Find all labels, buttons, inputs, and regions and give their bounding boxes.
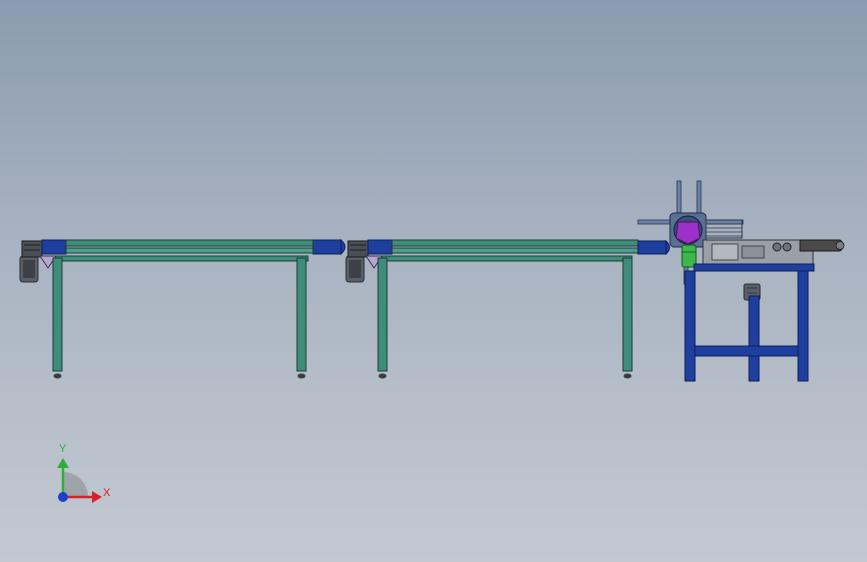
drive-motor[interactable] bbox=[19, 240, 43, 283]
tail-end-block bbox=[637, 240, 667, 255]
cad-model-scene[interactable] bbox=[0, 0, 867, 562]
lower-rail bbox=[53, 255, 309, 262]
x-axis-label: X bbox=[103, 487, 111, 499]
head-end-block bbox=[41, 239, 67, 255]
leveling-foot bbox=[53, 373, 62, 379]
head-end-block bbox=[367, 239, 393, 255]
cad-viewport[interactable]: Y X bbox=[0, 0, 867, 562]
coordinate-triad bbox=[57, 458, 102, 503]
support-leg bbox=[52, 257, 63, 372]
blue-steel-stand[interactable] bbox=[684, 263, 815, 382]
tail-pulley bbox=[665, 239, 670, 256]
rotary-arm bbox=[704, 219, 744, 225]
tail-end-block bbox=[312, 239, 342, 255]
leveling-foot bbox=[378, 373, 387, 379]
rotary-arm bbox=[637, 219, 671, 225]
gear-wheel bbox=[772, 242, 782, 252]
conveyor-rail bbox=[391, 247, 639, 254]
lower-rail bbox=[377, 255, 633, 262]
support-leg bbox=[296, 257, 307, 372]
stand-crossbar bbox=[694, 345, 799, 357]
plane-indicator bbox=[63, 472, 88, 497]
conveyor-rail bbox=[65, 247, 314, 254]
leveling-foot bbox=[297, 373, 306, 379]
drive-motor[interactable] bbox=[345, 240, 369, 283]
leveling-foot bbox=[623, 373, 632, 379]
stand-leg bbox=[748, 295, 760, 382]
stand-leg bbox=[797, 270, 809, 382]
origin-dot-icon bbox=[58, 492, 68, 502]
conveyor-rail bbox=[391, 239, 639, 247]
y-axis-label: Y bbox=[59, 443, 67, 455]
conveyor-rail bbox=[65, 239, 314, 247]
support-leg bbox=[622, 257, 633, 372]
conveyor-2[interactable] bbox=[345, 239, 670, 379]
gear-wheel bbox=[782, 242, 792, 252]
stand-top-plate bbox=[693, 263, 815, 272]
support-leg bbox=[377, 257, 388, 372]
tail-pulley bbox=[340, 238, 346, 256]
stand-leg bbox=[684, 270, 696, 382]
conveyor-1[interactable] bbox=[19, 238, 346, 379]
